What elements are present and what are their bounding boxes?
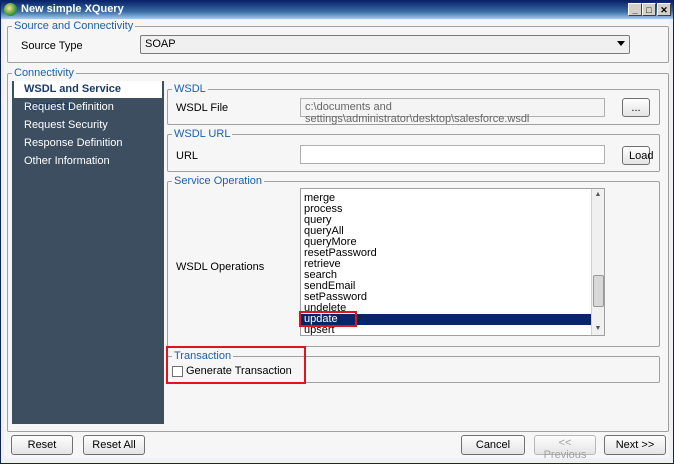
load-button[interactable]: Load bbox=[622, 146, 653, 165]
nav-item[interactable]: Request Definition bbox=[12, 99, 164, 116]
group-legend: Source and Connectivity bbox=[14, 20, 134, 32]
nav-item[interactable]: Request Security bbox=[12, 117, 164, 134]
wsdl-file-label: WSDL File bbox=[176, 102, 229, 114]
operation-option[interactable]: resetPassword bbox=[301, 248, 604, 259]
source-type-select[interactable]: SOAP bbox=[140, 35, 630, 54]
operation-option[interactable]: merge bbox=[301, 193, 604, 204]
scroll-thumb[interactable] bbox=[593, 275, 604, 307]
url-label: URL bbox=[176, 150, 199, 162]
selected-operation-highlight bbox=[299, 311, 357, 327]
group-legend: Connectivity bbox=[14, 67, 74, 79]
scroll-up-icon[interactable]: ▲ bbox=[592, 189, 604, 201]
close-button[interactable]: ✕ bbox=[657, 3, 671, 16]
operation-option[interactable]: query bbox=[301, 215, 604, 226]
nav-item[interactable]: Other Information bbox=[12, 153, 164, 170]
transaction-highlight bbox=[166, 346, 306, 384]
minimize-button[interactable]: _ bbox=[628, 3, 642, 16]
window-title: New simple XQuery bbox=[21, 3, 124, 15]
source-type-label: Source Type bbox=[21, 40, 83, 52]
browse-button[interactable]: ... bbox=[622, 98, 650, 117]
dialog-content: Source and Connectivity Source Type SOAP… bbox=[4, 20, 669, 461]
reset-button[interactable]: Reset bbox=[11, 435, 73, 455]
operation-option[interactable]: retrieve bbox=[301, 259, 604, 270]
nav-item[interactable]: Response Definition bbox=[12, 135, 164, 152]
operation-option[interactable]: setPassword bbox=[301, 292, 604, 303]
group-legend: WSDL URL bbox=[174, 128, 231, 140]
cancel-button[interactable]: Cancel bbox=[461, 435, 525, 455]
group-legend: WSDL bbox=[174, 83, 206, 95]
title-bar[interactable]: New simple XQuery _ □ ✕ bbox=[1, 1, 673, 19]
maximize-button[interactable]: □ bbox=[642, 3, 656, 16]
list-scrollbar[interactable]: ▲ ▼ bbox=[591, 189, 604, 335]
app-icon bbox=[4, 3, 17, 16]
dialog-window: New simple XQuery _ □ ✕ Source and Conne… bbox=[0, 0, 674, 464]
wsdl-operations-label: WSDL Operations bbox=[176, 261, 265, 273]
scroll-down-icon[interactable]: ▼ bbox=[592, 323, 604, 335]
wsdl-file-field[interactable]: c:\documents and settings\administrator\… bbox=[300, 98, 605, 125]
group-legend: Service Operation bbox=[174, 175, 263, 187]
reset-all-button[interactable]: Reset All bbox=[83, 435, 145, 455]
next-button[interactable]: Next >> bbox=[604, 435, 666, 455]
source-type-value: SOAP bbox=[145, 38, 176, 50]
operation-option[interactable]: process bbox=[301, 204, 604, 215]
chevron-down-icon bbox=[617, 41, 625, 46]
url-input[interactable] bbox=[300, 145, 605, 164]
previous-button[interactable]: << Previous bbox=[534, 435, 596, 461]
nav-item[interactable]: WSDL and Service Operation bbox=[14, 81, 162, 112]
